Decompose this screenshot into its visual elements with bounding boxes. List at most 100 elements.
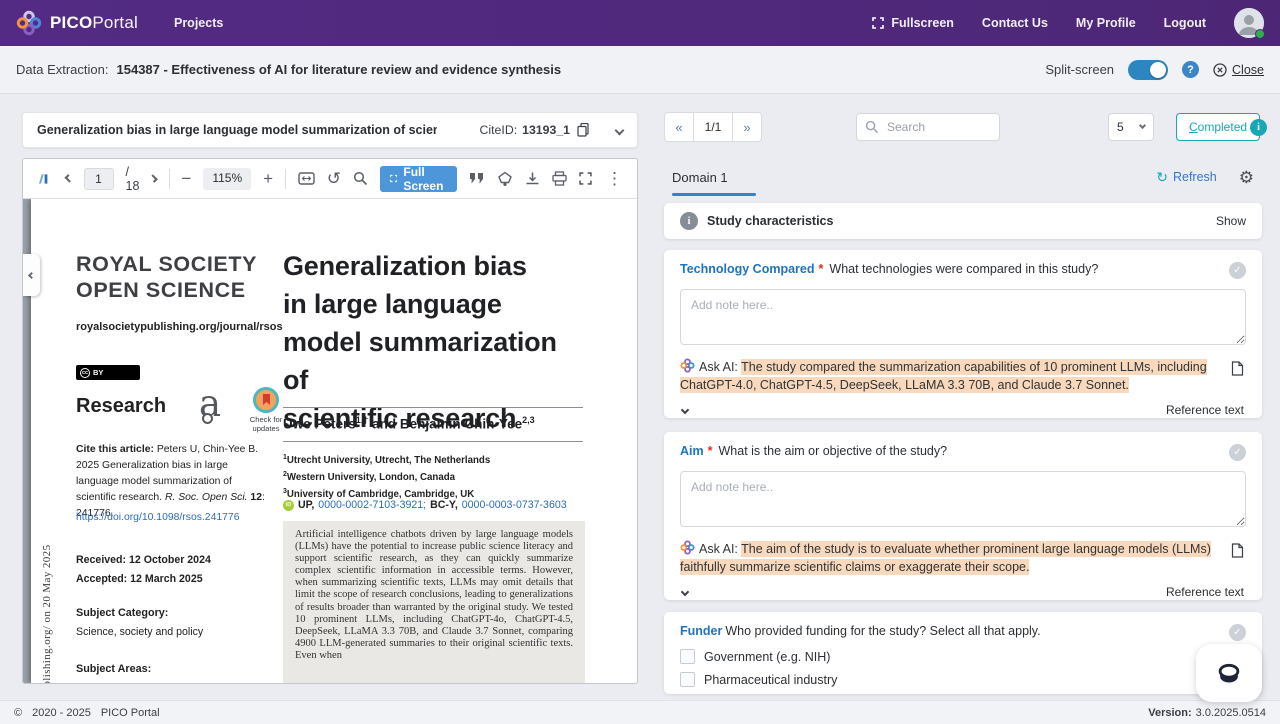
close-button[interactable]: Close (1213, 63, 1264, 77)
nav-projects[interactable]: Projects (174, 16, 223, 30)
print-icon[interactable] (552, 171, 567, 186)
zoom-in-icon[interactable]: + (263, 170, 273, 187)
brand-logo[interactable]: PICOPortal (16, 10, 138, 36)
search-icon (865, 120, 879, 139)
tab-domain-1[interactable]: Domain 1 (664, 158, 738, 196)
pdf-viewport[interactable]: yalsocietypublishing.org/ on 20 May 2025… (23, 199, 637, 683)
checkbox-label: Government (e.g. NIH) (704, 650, 830, 664)
copyright-symbol: © (14, 707, 22, 719)
next-page-icon[interactable] (150, 174, 159, 183)
gear-icon[interactable]: ⚙ (1239, 169, 1254, 186)
note-input[interactable] (680, 471, 1246, 527)
paper-title: Generalization bias in large language mo… (283, 247, 583, 437)
doi-link[interactable]: https://doi.org/10.1098/rsos.241776 (76, 512, 239, 523)
ai-answer-highlight[interactable]: The aim of the study is to evaluate whet… (680, 541, 1211, 575)
paper-affiliations: 1Utrecht University, Utrecht, The Nether… (283, 451, 490, 503)
collapse-chevron-icon (28, 271, 35, 278)
active-tab-underline (672, 193, 756, 196)
nav-my-profile[interactable]: My Profile (1076, 16, 1136, 30)
download-icon[interactable] (525, 171, 540, 186)
share-icon[interactable] (497, 171, 513, 187)
help-icon[interactable]: ? (1182, 61, 1199, 78)
page-size-value: 5 (1117, 120, 1124, 134)
brand-light: Portal (92, 13, 138, 32)
question-text: What technologies were compared in this … (829, 262, 1098, 276)
more-options-icon[interactable]: ⋮ (606, 170, 623, 187)
checkbox-government[interactable] (680, 649, 695, 664)
question-text: Who provided funding for the study? Sele… (725, 624, 1040, 638)
expand-icon[interactable] (579, 172, 592, 185)
citation-block: Cite this article: Peters U, Chin-Yee B.… (76, 442, 268, 522)
document-titlebar: Generalization bias in large language mo… (22, 112, 638, 148)
refresh-icon: ↻ (1156, 170, 1168, 184)
paper-abstract: Artificial intelligence chatbots driven … (283, 521, 585, 683)
pagination-next-button[interactable]: » (732, 112, 762, 142)
split-screen-toggle[interactable] (1128, 60, 1168, 80)
page-total: / 18 (126, 165, 140, 193)
reference-text-link[interactable]: Reference text (1166, 403, 1244, 417)
section-info-icon[interactable]: i (680, 212, 698, 230)
copy-citeid-icon[interactable] (577, 123, 590, 137)
received-accepted-dates: Received: 12 October 2024 Accepted: 12 M… (76, 551, 211, 589)
funder-option-row: Government (e.g. NIH) (680, 649, 1246, 664)
footer: © 2020 - 2025 PICO Portal Version: 3.0.2… (0, 700, 1280, 724)
question-status-check-icon[interactable]: ✓ (1229, 262, 1246, 279)
page-number-input[interactable] (84, 168, 114, 190)
question-status-check-icon[interactable]: ✓ (1229, 444, 1246, 461)
fullscreen-brackets-icon (390, 173, 397, 184)
footer-brand: PICO Portal (101, 707, 160, 719)
pdf-brand-icon (37, 169, 50, 189)
rotate-icon[interactable]: ↺ (327, 170, 341, 187)
data-extraction-label: Data Extraction: (16, 62, 109, 77)
copy-answer-icon[interactable] (1231, 543, 1244, 558)
study-characteristics-card: i Study characteristics Show (664, 203, 1262, 239)
pdf-fullscreen-label: Full Screen (403, 165, 447, 193)
divider (283, 441, 583, 442)
prev-page-icon[interactable] (65, 174, 74, 183)
app-root: PICOPortal Projects Fullscreen Contact U… (0, 0, 1280, 724)
page-size-select[interactable]: 5 (1108, 113, 1154, 141)
pdf-fullscreen-button[interactable]: Full Screen (380, 166, 457, 192)
cc-by-badge: cc BY (76, 365, 140, 380)
required-asterisk: * (708, 444, 713, 458)
show-toggle[interactable]: Show (1216, 214, 1246, 228)
expand-answer-chevron-icon[interactable] (681, 406, 689, 414)
nav-contact-us[interactable]: Contact Us (982, 16, 1048, 30)
question-label: Aim (680, 444, 704, 458)
pagination-prev-button[interactable]: « (664, 112, 694, 142)
checkbox-pharma[interactable] (680, 672, 695, 687)
ai-answer-highlight[interactable]: The study compared the summarization cap… (680, 359, 1207, 393)
version-label: Version: (1148, 707, 1191, 719)
expand-answer-chevron-icon[interactable] (681, 588, 689, 596)
brand-bold: PICO (50, 13, 92, 32)
note-input[interactable] (680, 289, 1246, 345)
completed-button[interactable]: Completed (1176, 113, 1260, 141)
zoom-out-icon[interactable]: − (181, 170, 191, 187)
question-text: What is the aim or objective of the stud… (719, 444, 948, 458)
nav-logout[interactable]: Logout (1164, 16, 1206, 30)
copy-answer-icon[interactable] (1231, 361, 1244, 376)
pdf-sidebar-toggle[interactable] (23, 254, 40, 296)
completed-info-icon[interactable]: i (1250, 119, 1267, 136)
ask-ai-label: Ask AI: (699, 542, 738, 556)
subject-areas-label: Subject Areas: (76, 663, 151, 675)
citeid-label: CiteID: (480, 123, 518, 137)
annotations-icon[interactable] (469, 172, 485, 185)
fit-width-icon[interactable] (298, 172, 315, 185)
reference-text-link[interactable]: Reference text (1166, 585, 1244, 599)
zoom-level[interactable]: 115% (203, 168, 251, 190)
subject-category-value: Science, society and policy (76, 626, 203, 638)
question-card-aim: Aim * What is the aim or objective of th… (664, 432, 1262, 600)
feedback-widget-button[interactable] (1196, 644, 1262, 702)
refresh-button[interactable]: ↻ Refresh (1156, 170, 1217, 184)
document-dropdown-chevron-icon[interactable] (615, 125, 625, 135)
ask-ai-clover-icon (680, 358, 695, 373)
avatar[interactable] (1234, 8, 1264, 38)
nav-fullscreen[interactable]: Fullscreen (872, 16, 954, 30)
question-status-check-icon[interactable]: ✓ (1229, 624, 1246, 641)
required-asterisk: * (819, 262, 824, 276)
question-card-technology-compared: Technology Compared * What technologies … (664, 250, 1262, 418)
search-document-icon[interactable] (353, 171, 368, 186)
section-title: Study characteristics (707, 214, 833, 228)
brand-text: PICOPortal (50, 13, 138, 33)
